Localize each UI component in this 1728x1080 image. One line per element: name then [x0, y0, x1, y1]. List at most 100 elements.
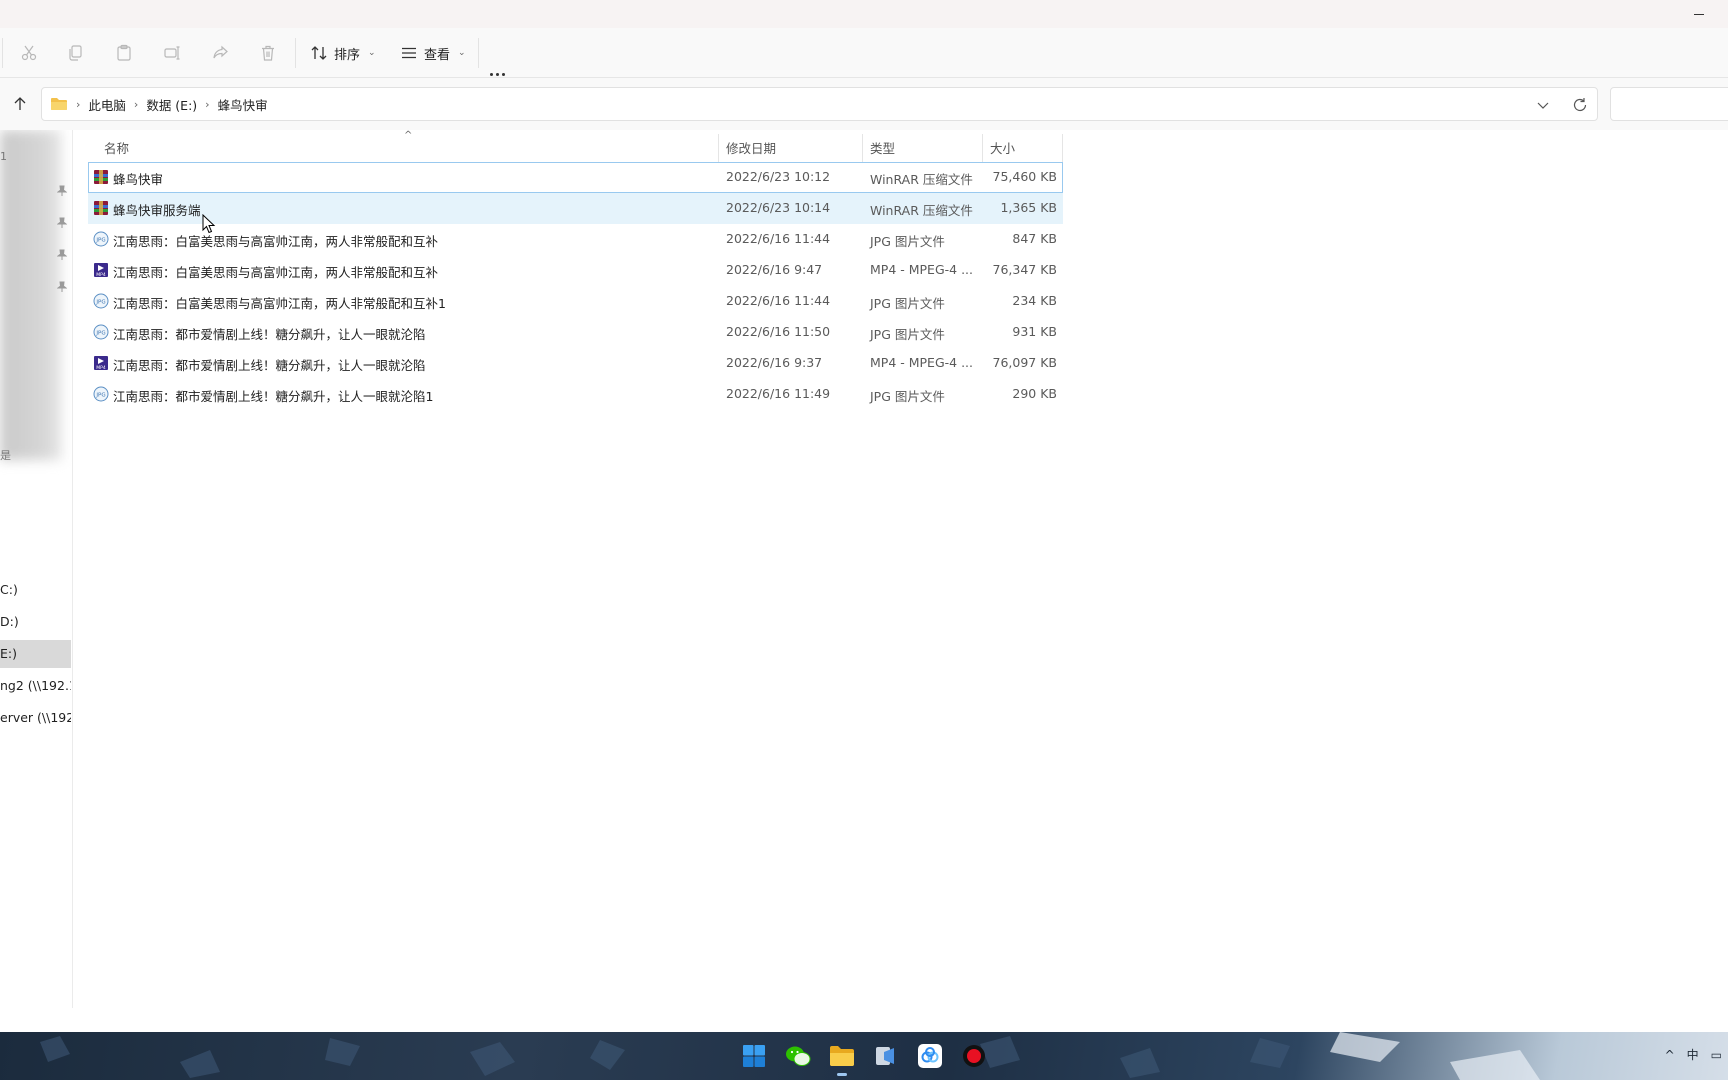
file-date: 2022/6/23 10:12 [726, 169, 831, 184]
nav-item-drive-c[interactable]: C:) [0, 576, 71, 604]
nav-item-network-drive-2[interactable]: erver (\\192.1 [0, 704, 71, 732]
pin-icon [57, 185, 67, 196]
sort-button[interactable]: 排序 ⌄ [310, 40, 376, 66]
windows-start-icon[interactable] [740, 1042, 768, 1070]
wechat-icon[interactable] [784, 1042, 812, 1070]
file-row[interactable]: JPG 江南思雨：都市爱情剧上线！糖分飙升，让人一眼就沦陷 2022/6/16 11… [88, 317, 1063, 348]
file-name: 江南思雨：都市爱情剧上线！糖分飙升，让人一眼就沦陷1 [113, 389, 434, 404]
file-row[interactable]: 蜂鸟快审 2022/6/23 10:12 WinRAR 压缩文件 75,460 KB [88, 162, 1063, 193]
file-name: 蜂鸟快审 [113, 172, 164, 187]
column-divider[interactable] [1062, 134, 1063, 162]
file-row[interactable]: MP4 江南思雨：都市爱情剧上线！糖分飙升，让人一眼就沦陷 2022/6/16 9:… [88, 348, 1063, 379]
more-options-button[interactable] [490, 65, 508, 79]
app-icon[interactable] [872, 1042, 900, 1070]
refresh-icon[interactable] [1571, 96, 1589, 114]
file-row[interactable]: MP4 江南思雨：白富美思雨与高富帅江南，两人非常般配和互补 2022/6/16 9… [88, 255, 1063, 286]
breadcrumb-drive-e[interactable]: 数据 (E:) [146, 95, 197, 114]
view-label: 查看 [424, 47, 451, 63]
folder-icon [51, 98, 67, 110]
file-list: ^ 名称 修改日期 类型 大小 蜂鸟快审 2022/6/23 10:12 WinRA… [88, 130, 1063, 410]
baidu-netdisk-icon[interactable] [916, 1042, 944, 1070]
column-header-type[interactable]: 类型 [870, 138, 895, 157]
blurred-quick-access [0, 130, 62, 460]
file-date: 2022/6/23 10:14 [726, 200, 831, 215]
nav-fragment: 是 [0, 449, 11, 462]
paste-icon[interactable] [113, 42, 135, 64]
up-arrow-icon[interactable] [8, 92, 32, 116]
file-type: WinRAR 压缩文件 [870, 203, 973, 218]
sort-ascending-icon: ^ [404, 130, 413, 141]
file-row[interactable]: JPG 江南思雨：白富美思雨与高富帅江南，两人非常般配和互补1 2022/6/16 … [88, 286, 1063, 317]
ime-indicator[interactable]: 中 [1687, 1046, 1699, 1063]
file-type: MP4 - MPEG-4 ... [870, 262, 973, 277]
address-row: › 此电脑 › 数据 (E:) › 蜂鸟快审 [0, 78, 1728, 130]
view-list-icon [402, 47, 416, 59]
title-bar [0, 0, 1728, 28]
breadcrumb-current-folder[interactable]: 蜂鸟快审 [218, 95, 268, 114]
mp4-icon: MP4 [93, 355, 109, 371]
file-size: 76,097 KB [992, 355, 1057, 370]
winrar-icon [93, 200, 109, 216]
file-name: 江南思雨：白富美思雨与高富帅江南，两人非常般配和互补 [113, 265, 439, 280]
search-input[interactable] [1610, 87, 1728, 121]
nav-item-drive-e[interactable]: E:) [0, 640, 71, 668]
svg-text:JPG: JPG [95, 331, 105, 337]
chevron-right-icon[interactable]: › [205, 98, 209, 111]
jpg-icon: JPG [93, 231, 109, 247]
share-icon[interactable] [209, 42, 231, 64]
column-header-date[interactable]: 修改日期 [726, 138, 776, 157]
divider [295, 38, 296, 68]
mouse-cursor-icon [202, 214, 216, 234]
jpg-icon: JPG [93, 324, 109, 340]
file-date: 2022/6/16 11:50 [726, 324, 831, 339]
divider [478, 38, 479, 68]
file-size: 234 KB [1012, 293, 1057, 308]
column-header-size[interactable]: 大小 [990, 138, 1015, 157]
file-size: 1,365 KB [1000, 200, 1057, 215]
wallpaper-pattern [40, 1032, 1540, 1080]
network-icon[interactable]: ▭ [1711, 1048, 1722, 1062]
svg-text:MP4: MP4 [96, 365, 106, 371]
file-rows: 蜂鸟快审 2022/6/23 10:12 WinRAR 压缩文件 75,460 KB 蜂… [88, 162, 1063, 410]
column-header-row: ^ 名称 修改日期 类型 大小 [88, 130, 1063, 162]
file-size: 847 KB [1012, 231, 1057, 246]
breadcrumb-this-pc[interactable]: 此电脑 [88, 95, 126, 114]
column-divider[interactable] [982, 134, 983, 162]
view-button[interactable]: 查看 ⌄ [400, 40, 466, 66]
divider [2, 38, 3, 68]
column-divider[interactable] [862, 134, 863, 162]
file-date: 2022/6/16 11:44 [726, 293, 831, 308]
copy-icon[interactable] [65, 42, 87, 64]
file-row[interactable]: 蜂鸟快审服务端 2022/6/23 10:14 WinRAR 压缩文件 1,365 K… [88, 193, 1063, 224]
chevron-up-icon[interactable]: ^ [1665, 1048, 1675, 1062]
column-header-name[interactable]: 名称 [104, 138, 129, 157]
winrar-icon [93, 169, 109, 185]
cut-icon[interactable] [18, 42, 40, 64]
nav-item-drive-d[interactable]: D:) [0, 608, 71, 636]
navigation-pane: 1 是 C:) D:) E:) ng2 (\\192.1 erver (\\19… [0, 130, 73, 1008]
file-date: 2022/6/16 11:49 [726, 386, 831, 401]
rename-icon[interactable] [161, 42, 183, 64]
column-divider[interactable] [718, 134, 719, 162]
file-date: 2022/6/16 9:47 [726, 262, 823, 277]
file-name: 江南思雨：白富美思雨与高富帅江南，两人非常般配和互补1 [113, 296, 446, 311]
chevron-down-icon[interactable] [1535, 97, 1551, 113]
file-size: 75,460 KB [992, 169, 1057, 184]
address-bar[interactable]: › 此电脑 › 数据 (E:) › 蜂鸟快审 [41, 87, 1598, 121]
file-row[interactable]: JPG 江南思雨：都市爱情剧上线！糖分飙升，让人一眼就沦陷1 2022/6/16 1… [88, 379, 1063, 410]
file-explorer-icon[interactable] [828, 1042, 856, 1076]
sort-icon [311, 46, 327, 60]
chevron-down-icon: ⌄ [458, 48, 466, 58]
file-row[interactable]: JPG 江南思雨：白富美思雨与高富帅江南，两人非常般配和互补 2022/6/16 1… [88, 224, 1063, 255]
command-bar: 排序 ⌄ 查看 ⌄ [0, 28, 1728, 78]
nav-item-network-drive-1[interactable]: ng2 (\\192.1 [0, 672, 71, 700]
file-type: JPG 图片文件 [870, 234, 945, 249]
file-type: JPG 图片文件 [870, 296, 945, 311]
minimize-button[interactable] [1682, 0, 1716, 28]
file-name: 江南思雨：都市爱情剧上线！糖分飙升，让人一眼就沦陷 [113, 358, 426, 373]
record-icon[interactable] [960, 1042, 988, 1070]
chevron-right-icon[interactable]: › [134, 98, 138, 111]
delete-icon[interactable] [257, 42, 279, 64]
file-name: 江南思雨：都市爱情剧上线！糖分飙升，让人一眼就沦陷 [113, 327, 426, 342]
jpg-icon: JPG [93, 293, 109, 309]
